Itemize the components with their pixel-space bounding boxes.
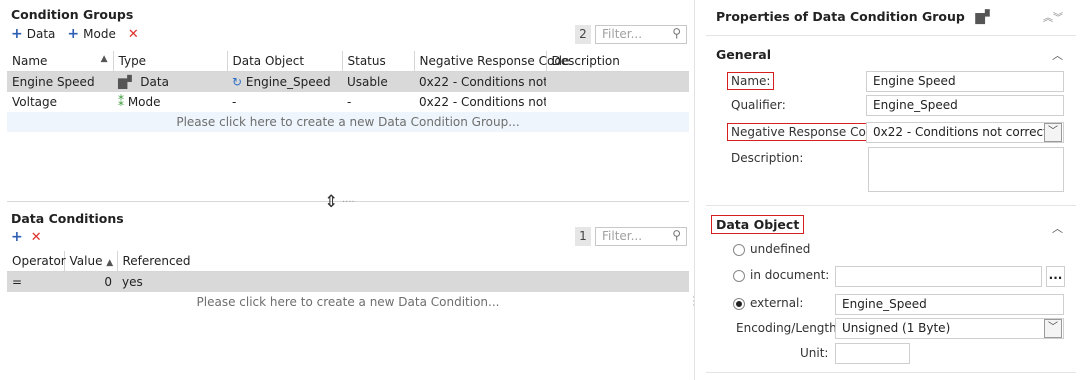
cell-type: ⁑ Mode — [118, 95, 161, 109]
nrc-select-value: 0x22 - Conditions not correct — [873, 125, 1048, 139]
col-header-referenced[interactable]: Referenced — [117, 251, 689, 272]
nrc-label: Negative Response Code: — [727, 123, 889, 141]
sort-asc-icon: ▲ — [106, 258, 114, 268]
add-data-icon[interactable]: + — [11, 26, 23, 42]
col-header-description[interactable]: Description — [546, 51, 689, 72]
cell-operator: = — [7, 271, 64, 292]
conditions-count-badge: 1 — [575, 227, 591, 246]
data-object-section-title[interactable]: Data Object — [711, 215, 805, 234]
data-conditions-toolbar: + ✕ — [11, 229, 42, 245]
encoding-select-value: Unsigned (1 Byte) — [842, 321, 951, 335]
cell-status: Usable — [342, 71, 414, 92]
groups-count-badge: 2 — [575, 25, 591, 44]
radio-undefined-label[interactable]: undefined — [750, 242, 810, 256]
divider — [706, 35, 1076, 36]
add-data-button[interactable]: Data — [27, 27, 56, 41]
col-header-name[interactable]: Name ▲ — [7, 51, 114, 72]
data-conditions-title: Data Conditions — [11, 211, 124, 226]
description-field[interactable] — [868, 147, 1064, 192]
radio-external[interactable] — [733, 298, 745, 310]
divider — [706, 372, 1076, 373]
table-row[interactable]: Engine Speed ▆▘ Data ↻ Engine_Speed Usab… — [7, 71, 689, 92]
link-icon: ↻ — [232, 75, 243, 89]
general-section-title[interactable]: General — [716, 47, 771, 62]
vertical-splitter-grip[interactable]: · · · — [692, 294, 695, 311]
name-label: Name: — [727, 72, 775, 90]
description-label: Description: — [731, 151, 804, 165]
add-condition-icon[interactable]: + — [11, 229, 23, 245]
cell-referenced: yes — [117, 271, 689, 292]
nrc-select[interactable]: 0x22 - Conditions not correct ﹀ — [866, 122, 1064, 143]
cell-type: ▆▘ Data — [113, 71, 227, 92]
cell-nrc: 0x22 - Conditions not c... — [419, 95, 546, 109]
unit-label: Unit: — [800, 346, 829, 360]
sort-asc-icon: ▲ — [100, 54, 108, 64]
condition-groups-table: Name ▲ Type Data Object Status Negative R… — [7, 51, 689, 132]
in-document-field[interactable] — [835, 266, 1042, 287]
col-header-operator[interactable]: Operator — [7, 251, 66, 272]
properties-title: Properties of Data Condition Group ▆▘ — [716, 9, 995, 24]
resize-vertical-icon[interactable]: ⇕ — [324, 194, 338, 211]
mode-type-icon: ⁑ — [118, 95, 124, 109]
unit-field[interactable] — [835, 343, 910, 364]
chevron-up-icon[interactable]: ︿ — [1052, 220, 1063, 236]
cell-nrc: 0x22 - Conditions not c... — [414, 71, 546, 92]
delete-group-icon[interactable]: ✕ — [128, 27, 139, 42]
groups-filter-input[interactable]: Filter... ⚲ — [595, 25, 687, 44]
create-condition-row[interactable]: Please click here to create a new Data C… — [7, 292, 689, 312]
cell-name: Voltage — [12, 95, 58, 109]
col-header-type[interactable]: Type — [113, 51, 228, 72]
col-header-data-object[interactable]: Data Object — [227, 51, 343, 72]
qualifier-label: Qualifier: — [731, 98, 786, 112]
radio-undefined[interactable] — [733, 244, 745, 256]
groups-filter-placeholder: Filter... — [602, 27, 643, 41]
divider — [706, 205, 1076, 206]
chevron-down-icon[interactable]: ﹀ — [1044, 123, 1062, 142]
radio-in-document[interactable] — [733, 270, 745, 282]
table-row[interactable]: Voltage ⁑ Mode - - 0x22 - Conditions not… — [7, 92, 689, 112]
vertical-splitter[interactable] — [694, 0, 695, 380]
browse-button[interactable]: ... — [1046, 266, 1065, 287]
cell-value: 0 — [64, 271, 117, 292]
cell-data-object: ↻ Engine_Speed — [227, 71, 342, 92]
conditions-filter-placeholder: Filter... — [602, 229, 643, 243]
data-type-icon: ▆▘ — [975, 9, 995, 24]
cell-status: - — [347, 95, 352, 109]
delete-condition-icon[interactable]: ✕ — [31, 230, 42, 245]
data-conditions-table: Operator Value ▲ Referenced = 0 yes Plea… — [7, 251, 689, 312]
cell-description — [546, 71, 689, 92]
radio-external-label[interactable]: external: — [750, 296, 803, 310]
radio-in-document-label[interactable]: in document: — [750, 268, 829, 282]
add-mode-button[interactable]: Mode — [83, 27, 116, 41]
cell-data-object: - — [232, 95, 237, 109]
chevron-down-icon[interactable]: ﹀ — [1044, 319, 1062, 338]
qualifier-field[interactable]: Engine_Speed — [866, 95, 1064, 116]
name-field[interactable]: Engine Speed — [866, 71, 1064, 92]
splitter-dots: .... — [342, 194, 355, 205]
collapse-all-icon[interactable]: ︽︾ — [1043, 9, 1063, 24]
col-header-status[interactable]: Status — [342, 51, 415, 72]
search-icon: ⚲ — [672, 26, 681, 40]
col-header-value[interactable]: Value ▲ — [64, 251, 118, 272]
external-field[interactable]: Engine_Speed — [835, 294, 1064, 315]
conditions-filter-input[interactable]: Filter... ⚲ — [595, 227, 687, 246]
condition-groups-title: Condition Groups — [11, 7, 134, 22]
cell-name: Engine Speed — [7, 71, 113, 92]
cell-description — [546, 92, 689, 112]
search-icon: ⚲ — [672, 228, 681, 242]
encoding-select[interactable]: Unsigned (1 Byte) ﹀ — [835, 318, 1064, 339]
table-row[interactable]: = 0 yes — [7, 271, 689, 292]
create-group-row[interactable]: Please click here to create a new Data C… — [7, 112, 689, 132]
add-mode-icon[interactable]: + — [67, 26, 79, 42]
data-type-icon: ▆▘ — [118, 75, 137, 89]
encoding-label: Encoding/Length: — [736, 321, 841, 335]
create-condition-hint[interactable]: Please click here to create a new Data C… — [7, 292, 689, 312]
col-header-nrc[interactable]: Negative Response Code — [414, 51, 569, 72]
condition-groups-toolbar: + Data + Mode ✕ — [11, 26, 139, 42]
chevron-up-icon[interactable]: ︿ — [1052, 47, 1063, 63]
create-group-hint[interactable]: Please click here to create a new Data C… — [7, 112, 689, 132]
